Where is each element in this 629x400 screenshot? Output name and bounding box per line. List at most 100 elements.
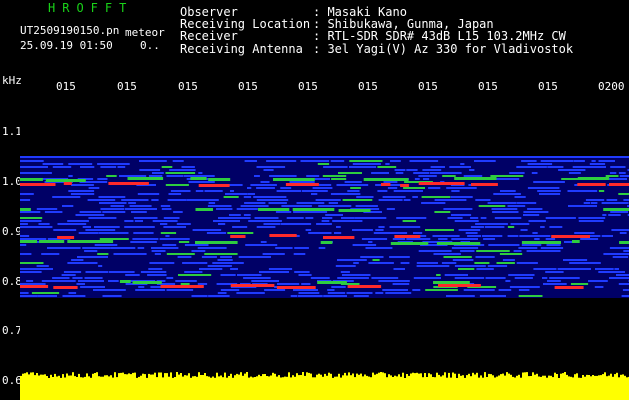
noise-streak [385, 292, 412, 294]
noise-streak [328, 202, 338, 204]
noise-streak [208, 202, 216, 204]
audio-peak [68, 375, 70, 380]
audio-peak [242, 375, 244, 380]
noise-streak [619, 232, 627, 234]
noise-streak [68, 190, 95, 192]
noise-streak [130, 241, 157, 243]
noise-streak [327, 292, 346, 294]
audio-peak [488, 373, 490, 380]
signal-streak [554, 286, 584, 289]
signal-streak [433, 281, 470, 284]
y-tick-label: 0.8 [2, 275, 22, 288]
audio-peak [70, 375, 72, 380]
noise-streak [605, 175, 619, 177]
y-tick-label: 1.1 [2, 125, 22, 138]
audio-peak [514, 377, 516, 380]
noise-streak [220, 289, 240, 291]
noise-streak [110, 205, 125, 207]
audio-peak [48, 378, 50, 380]
noise-streak [175, 280, 197, 282]
signal-streak [20, 178, 43, 181]
audio-peak [436, 372, 438, 380]
audio-peak [172, 377, 174, 380]
noise-streak [41, 280, 76, 282]
audio-peak [102, 376, 104, 380]
noise-streak [540, 247, 564, 249]
audio-peak [110, 375, 112, 380]
audio-peak [26, 372, 28, 380]
noise-streak [492, 211, 519, 213]
noise-streak [403, 199, 411, 201]
audio-peak [376, 373, 378, 380]
noise-streak [527, 208, 543, 210]
noise-streak [298, 292, 320, 294]
noise-streak [549, 277, 580, 279]
noise-streak [469, 169, 475, 171]
signal-streak [323, 236, 355, 239]
audio-peak [624, 375, 626, 380]
noise-streak [152, 172, 164, 174]
noise-streak [100, 208, 124, 210]
noise-streak [609, 172, 617, 174]
x-tick-label: 015 [238, 80, 258, 93]
noise-streak [406, 238, 431, 240]
noise-streak [236, 208, 258, 210]
noise-streak [342, 274, 371, 276]
station-info: Observer: Masaki Kano Receiving Location… [180, 6, 573, 55]
noise-streak [341, 217, 355, 219]
noise-streak [250, 184, 277, 186]
noise-streak [598, 271, 625, 273]
audio-peak [232, 377, 234, 380]
audio-peak [502, 373, 504, 380]
audio-peak [156, 377, 158, 380]
noise-streak [573, 160, 585, 162]
noise-streak [180, 283, 190, 285]
audio-peak [270, 375, 272, 380]
audio-peak [372, 372, 374, 380]
audio-peak [178, 374, 180, 380]
noise-streak [510, 223, 530, 225]
audio-peak [380, 372, 382, 380]
noise-streak [183, 175, 215, 177]
audio-peak [608, 375, 610, 380]
noise-streak [342, 199, 373, 201]
noise-streak [294, 247, 309, 249]
noise-streak [119, 175, 147, 177]
noise-streak [198, 172, 203, 174]
noise-streak [521, 244, 542, 246]
noise-streak [20, 220, 42, 222]
signal-streak [347, 285, 382, 288]
noise-streak [93, 289, 126, 291]
x-tick-label: 015 [117, 80, 137, 93]
noise-streak [479, 295, 506, 297]
audio-peak [236, 373, 238, 380]
audio-peak [496, 376, 498, 380]
noise-streak [135, 289, 166, 291]
noise-streak [98, 232, 129, 234]
noise-streak [131, 211, 147, 213]
audio-peak [56, 376, 58, 380]
noise-streak [568, 205, 597, 207]
noise-streak [244, 202, 266, 204]
audio-peak [168, 376, 170, 380]
noise-streak [588, 280, 608, 282]
noise-streak [78, 232, 99, 234]
noise-streak [44, 211, 63, 213]
noise-streak [508, 274, 535, 276]
noise-streak [36, 265, 49, 267]
noise-streak [485, 226, 505, 228]
noise-streak [539, 193, 561, 195]
noise-streak [527, 163, 553, 165]
noise-streak [268, 268, 293, 270]
noise-streak [52, 196, 81, 198]
noise-streak [589, 163, 606, 165]
audio-peak [520, 377, 522, 380]
noise-streak [488, 244, 520, 246]
noise-streak [334, 232, 342, 234]
noise-streak [52, 277, 70, 279]
audio-peak [104, 375, 106, 380]
audio-peak [418, 373, 420, 380]
noise-streak [225, 193, 248, 195]
audio-peak [308, 372, 310, 380]
audio-peak [152, 374, 154, 380]
